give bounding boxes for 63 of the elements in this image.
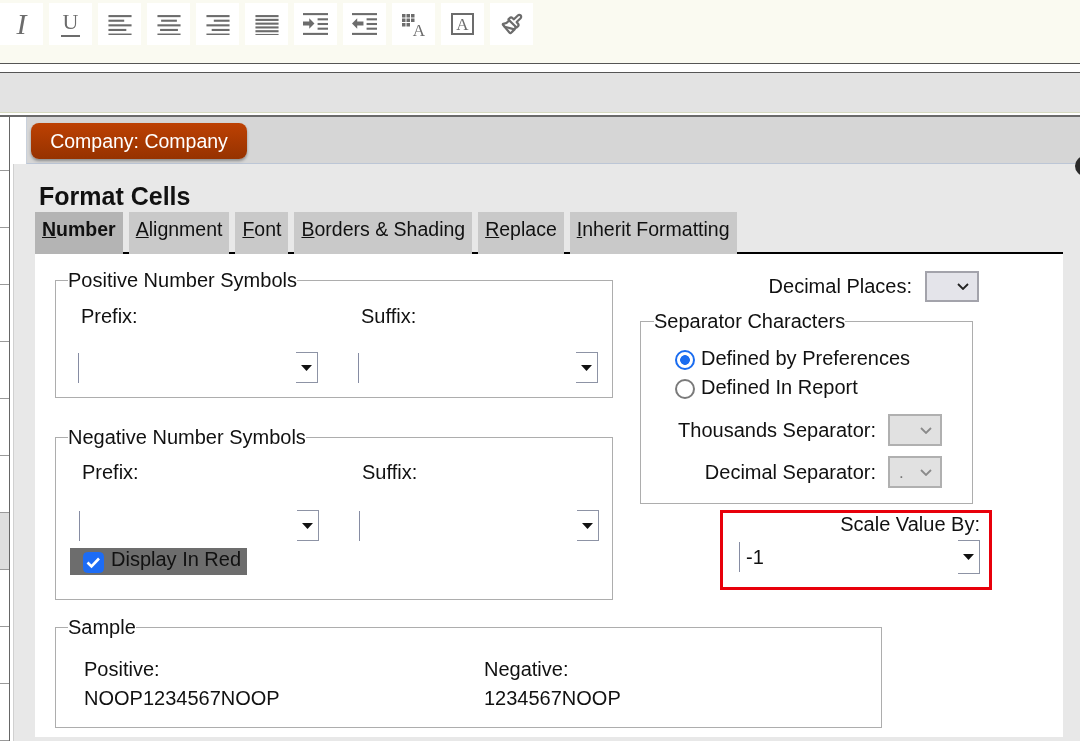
group-title: Separator Characters (654, 310, 846, 333)
grid-dots-icon (401, 13, 415, 27)
field-label: Prefix: (82, 461, 139, 484)
tab[interactable]: Alignment (128, 212, 230, 254)
dropdown-button[interactable] (577, 510, 599, 541)
outdent-icon (352, 13, 377, 35)
align-center-icon (156, 13, 181, 35)
sample-value: 1234567NOOP (484, 687, 621, 710)
caret-icon (302, 522, 313, 529)
indent-button[interactable] (294, 3, 337, 45)
tab[interactable]: Borders & Shading (294, 212, 473, 254)
radio-button[interactable] (675, 378, 695, 399)
group-title: Positive Number Symbols (68, 269, 297, 292)
tab[interactable]: Replace (478, 212, 564, 254)
dropdown-button[interactable] (297, 510, 319, 541)
indent-icon (303, 13, 328, 35)
brush-icon (500, 13, 523, 35)
field-label: Suffix: (361, 305, 417, 328)
dialog-title: Format Cells (39, 181, 192, 211)
chevron-down-icon (957, 283, 969, 290)
checkbox[interactable] (83, 552, 104, 573)
outdent-button[interactable] (343, 3, 386, 45)
checkbox-row[interactable]: Display In Red (70, 548, 247, 575)
group-title: Negative Number Symbols (68, 426, 306, 449)
sample-label: Negative: (484, 658, 569, 681)
sample-label: Positive: (84, 658, 160, 681)
field-label: Decimal Places: (768, 275, 912, 298)
align-center-button[interactable] (147, 3, 190, 45)
field-label: Prefix: (81, 305, 138, 328)
text-frame-button[interactable]: A (441, 3, 484, 45)
brush-button[interactable] (490, 3, 533, 45)
field-label: Thousands Separator: (678, 418, 876, 442)
radio-label: Defined by Preferences (701, 345, 910, 370)
align-right-button[interactable] (196, 3, 239, 45)
radio-button[interactable] (675, 349, 695, 370)
checkbox-label: Display In Red (111, 548, 242, 570)
tab[interactable]: Number (35, 212, 123, 254)
chevron-down-icon (920, 426, 932, 434)
context-button[interactable]: Company: Company (31, 123, 247, 159)
dropdown-button[interactable] (576, 352, 598, 383)
field-label: Decimal Separator: (704, 460, 876, 484)
underline-button[interactable]: U (49, 3, 92, 45)
chevron-down-icon (920, 468, 932, 476)
justify-button[interactable] (245, 3, 288, 45)
sample-value: NOOP1234567NOOP (84, 687, 280, 710)
caret-icon (582, 522, 593, 529)
tab[interactable]: Inherit Formatting (569, 212, 737, 254)
caret-icon (581, 364, 592, 371)
italic-button[interactable]: I (0, 3, 43, 45)
group-title: Sample (68, 616, 136, 639)
number-format-button[interactable]: A (392, 3, 435, 45)
align-right-icon (205, 13, 230, 35)
align-left-icon (107, 13, 132, 35)
justify-icon (254, 13, 279, 35)
field-label: Scale Value By: (840, 513, 980, 535)
dropdown-button[interactable] (296, 352, 318, 383)
caret-icon (301, 364, 312, 371)
tab[interactable]: Font (235, 212, 289, 254)
align-left-button[interactable] (98, 3, 141, 45)
radio-label: Defined In Report (701, 374, 858, 399)
field-label: Suffix: (362, 461, 418, 484)
dropdown-button[interactable] (958, 540, 980, 574)
caret-icon (963, 554, 974, 560)
